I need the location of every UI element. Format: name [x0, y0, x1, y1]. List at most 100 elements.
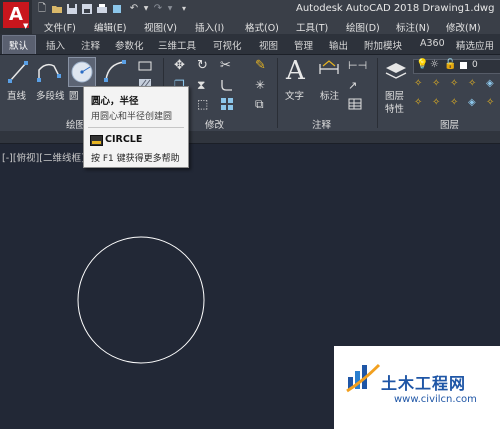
- watermark-title: 土木工程网: [381, 374, 467, 393]
- linear-dimension-icon[interactable]: ⊢⊣: [348, 59, 367, 72]
- layer-tool-icon[interactable]: ✧: [450, 97, 458, 108]
- mirror-icon[interactable]: ⧗: [197, 78, 205, 93]
- watermark-url: www.civilcn.com: [394, 394, 477, 405]
- viewport-controls[interactable]: [-][俯视][二维线框]: [2, 150, 85, 164]
- rectangle-button[interactable]: [138, 60, 154, 75]
- tooltip-divider: [88, 127, 184, 128]
- layer-tool-icon[interactable]: ✧: [486, 97, 494, 108]
- menu-edit[interactable]: 编辑(E): [94, 20, 126, 34]
- application-menu-button[interactable]: A ▼: [0, 0, 32, 34]
- plot-icon[interactable]: [96, 3, 108, 15]
- circle-icon: [71, 61, 93, 83]
- tab-default[interactable]: 默认: [9, 38, 28, 52]
- tab-insert[interactable]: 插入: [46, 38, 65, 52]
- customize-toolbar-icon[interactable]: ▾: [178, 3, 190, 15]
- window-title: Autodesk AutoCAD 2018 Drawing1.dwg: [296, 3, 495, 14]
- trim-icon[interactable]: ✂: [220, 58, 231, 73]
- arc-button[interactable]: [102, 58, 130, 87]
- line-button[interactable]: [7, 60, 29, 87]
- tab-visualize[interactable]: 可视化: [213, 38, 242, 52]
- circle-label: 圆: [69, 91, 79, 102]
- move-icon[interactable]: ✥: [174, 58, 185, 73]
- layer-name-value: 0: [472, 60, 478, 70]
- line-label: 直线: [7, 91, 27, 102]
- tab-a360[interactable]: A360: [420, 38, 445, 49]
- tooltip-help: 按 F1 键获得更多帮助: [91, 154, 180, 164]
- tab-3d-tools[interactable]: 三维工具: [158, 38, 196, 52]
- tooltip-title: 圆心，半径: [91, 96, 139, 107]
- scale-icon[interactable]: ⬚: [197, 97, 208, 111]
- layer-tool-icon[interactable]: ✧: [414, 78, 422, 89]
- share-icon[interactable]: [111, 3, 123, 15]
- new-file-icon[interactable]: 🗋: [36, 3, 48, 15]
- panel-divider: [377, 58, 378, 128]
- explode-icon[interactable]: ✳: [255, 78, 265, 92]
- layer-dropdown[interactable]: 💡 ☼ 🔓 0: [413, 59, 500, 74]
- save-as-icon[interactable]: [81, 3, 93, 15]
- polyline-label: 多段线: [36, 91, 65, 102]
- menu-format[interactable]: 格式(O): [245, 20, 279, 34]
- ribbon-panel-titles-bar: [0, 131, 500, 144]
- array-icon[interactable]: [220, 97, 234, 114]
- menu-file[interactable]: 文件(F): [44, 20, 76, 34]
- command-icon: [90, 135, 103, 146]
- layer-tool-icon[interactable]: ✧: [468, 78, 476, 89]
- undo-dropdown-icon[interactable]: ▼: [140, 3, 152, 15]
- tab-view[interactable]: 视图: [259, 38, 278, 52]
- drawn-circle[interactable]: [70, 230, 212, 370]
- circle-tooltip: 圆心，半径 用圆心和半径创建圆 CIRCLE 按 F1 键获得更多帮助: [83, 86, 189, 168]
- menu-view[interactable]: 视图(V): [144, 20, 177, 34]
- menu-tools[interactable]: 工具(T): [296, 20, 328, 34]
- tooltip-description: 用圆心和半径创建圆: [91, 112, 173, 122]
- layer-color-swatch: [460, 62, 467, 69]
- dimension-button[interactable]: [317, 58, 341, 85]
- tab-annotate[interactable]: 注释: [81, 38, 100, 52]
- leader-icon[interactable]: ↗: [348, 79, 357, 92]
- layer-tool-icon[interactable]: ◈: [486, 78, 494, 89]
- lock-icon: 🔓: [444, 59, 457, 70]
- chevron-down-icon: ▼: [23, 22, 29, 30]
- open-file-icon[interactable]: [51, 3, 63, 15]
- redo-icon[interactable]: ↷: [152, 3, 164, 15]
- modify-panel-title[interactable]: 修改: [205, 117, 224, 131]
- fillet-icon[interactable]: [220, 78, 234, 95]
- polyline-icon: [37, 63, 61, 82]
- panel-divider: [277, 58, 278, 128]
- watermark-logo-icon: [346, 363, 381, 393]
- dimension-label[interactable]: 标注: [320, 88, 339, 102]
- redo-dropdown-icon[interactable]: ▼: [164, 3, 176, 15]
- text-icon[interactable]: A: [286, 56, 305, 86]
- circle-button[interactable]: [68, 57, 96, 87]
- dimension-icon: [319, 60, 339, 74]
- offset-icon[interactable]: ⧉: [255, 97, 264, 112]
- rectangle-icon: [138, 61, 152, 71]
- layer-tool-icon[interactable]: ✧: [432, 97, 440, 108]
- layer-tool-icon[interactable]: ✧: [432, 78, 440, 89]
- layer-properties-button[interactable]: [384, 60, 408, 87]
- tab-addins[interactable]: 附加模块: [364, 38, 402, 52]
- layer-tool-icon[interactable]: ✧: [450, 78, 458, 89]
- layers-panel-title[interactable]: 图层: [440, 117, 459, 131]
- layer-stack-icon: [385, 63, 407, 79]
- rotate-icon[interactable]: ↻: [197, 58, 208, 73]
- table-icon[interactable]: [348, 98, 362, 113]
- menu-draw[interactable]: 绘图(D): [346, 20, 380, 34]
- polyline-button[interactable]: [36, 60, 62, 87]
- annotation-panel-title[interactable]: 注释: [312, 117, 331, 131]
- tab-featured-apps[interactable]: 精选应用: [456, 38, 494, 52]
- menu-dimension[interactable]: 标注(N): [396, 20, 430, 34]
- save-icon[interactable]: [66, 3, 78, 15]
- tooltip-command: CIRCLE: [105, 134, 143, 145]
- erase-icon[interactable]: ✎: [255, 58, 266, 73]
- text-label[interactable]: 文字: [285, 88, 304, 102]
- arc-icon: [104, 60, 126, 82]
- lightbulb-icon: 💡: [416, 59, 429, 70]
- undo-icon[interactable]: ↶: [128, 3, 140, 15]
- menu-modify[interactable]: 修改(M): [446, 20, 481, 34]
- tab-parametric[interactable]: 参数化: [115, 38, 144, 52]
- menu-insert[interactable]: 插入(I): [195, 20, 224, 34]
- layer-tool-icon[interactable]: ◈: [468, 97, 476, 108]
- layer-tool-icon[interactable]: ✧: [414, 97, 422, 108]
- tab-output[interactable]: 输出: [329, 38, 348, 52]
- tab-manage[interactable]: 管理: [294, 38, 313, 52]
